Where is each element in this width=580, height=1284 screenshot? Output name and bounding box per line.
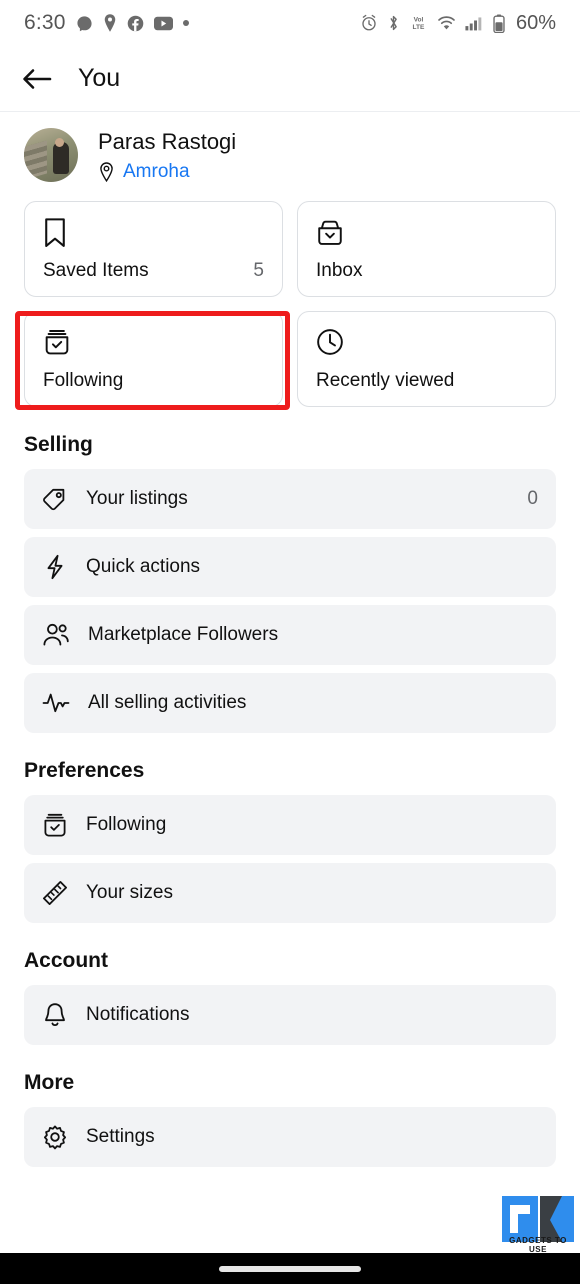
quick-card-following-bottom: Following [43, 370, 264, 392]
row-following[interactable]: Following [24, 794, 556, 855]
quick-cards-grid: Saved Items 5 Inbox Following Recently v… [0, 193, 580, 407]
facebook-icon [127, 15, 143, 31]
row-label: Your sizes [86, 881, 173, 903]
volte-icon: Vol LTE [413, 17, 426, 31]
section-rows-selling: Your listings 0 Quick actions Marketplac… [0, 468, 580, 733]
watermark-text: GADGETS TO USE [509, 1236, 567, 1254]
watermark-logo: GADGETS TO USE [500, 1196, 576, 1254]
row-your-sizes[interactable]: Your sizes [24, 862, 556, 923]
status-bar-right: Vol LTE 60% [360, 12, 556, 35]
basket-check-icon [45, 329, 69, 354]
maps-pin-icon [104, 14, 115, 32]
clock-icon [317, 328, 343, 355]
row-settings[interactable]: Settings [24, 1106, 556, 1167]
app-bar: You [0, 46, 580, 112]
lightning-bolt-icon [47, 554, 63, 579]
quick-card-inbox[interactable]: Inbox [297, 200, 556, 297]
row-your-listings[interactable]: Your listings 0 [24, 468, 556, 529]
inbox-tray-icon [318, 220, 342, 245]
section-title-preferences: Preferences [24, 758, 145, 782]
phone-screen: 6:30 Vol LTE 60% You Paras Rastogi Amroh… [0, 0, 580, 1284]
row-notifications[interactable]: Notifications [24, 984, 556, 1045]
battery-icon [493, 14, 505, 33]
youtube-icon [153, 16, 173, 30]
basket-check-icon [44, 813, 66, 836]
section-rows-preferences: Following Your sizes [0, 794, 580, 923]
section-rows-more: Settings [0, 1106, 580, 1167]
quick-card-following[interactable]: Following [24, 310, 283, 407]
section-title-more: More [24, 1070, 75, 1094]
avatar-head-shape [54, 137, 64, 147]
ruler-icon [43, 880, 67, 905]
people-icon [43, 623, 69, 645]
section-title-selling: Selling [24, 432, 93, 456]
row-label: Notifications [86, 1003, 190, 1025]
wifi-icon [438, 16, 455, 30]
bell-icon [45, 1002, 65, 1026]
quick-card-saved-items-bottom: Saved Items 5 [43, 260, 264, 282]
home-indicator[interactable] [219, 1265, 361, 1272]
profile-row[interactable]: Paras Rastogi Amroha [0, 112, 580, 193]
svg-text:Vol: Vol [414, 17, 424, 24]
price-tag-icon [43, 488, 65, 510]
quick-card-label: Following [43, 369, 124, 391]
avatar-figure-shape [53, 142, 70, 175]
quick-card-saved-items[interactable]: Saved Items 5 [24, 200, 283, 297]
section-rows-account: Notifications [0, 984, 580, 1045]
quick-card-label: Inbox [316, 259, 363, 281]
more-dot-icon [182, 20, 189, 26]
row-label: Quick actions [86, 555, 201, 577]
row-count: 0 [527, 487, 538, 509]
back-arrow-icon[interactable] [22, 67, 52, 91]
row-all-selling-activities[interactable]: All selling activities [24, 672, 556, 733]
svg-text:LTE: LTE [413, 24, 426, 31]
page-title: You [78, 64, 121, 92]
alarm-icon [362, 14, 376, 31]
activity-pulse-icon [42, 693, 70, 712]
quick-card-recently-viewed[interactable]: Recently viewed [297, 310, 556, 407]
system-nav-bar [0, 1253, 580, 1284]
row-quick-actions[interactable]: Quick actions [24, 536, 556, 597]
row-label: Your listings [86, 487, 188, 509]
cellular-signal-icon [465, 16, 482, 30]
status-bar: 6:30 Vol LTE 60% [0, 0, 580, 46]
quick-card-label: Saved Items [43, 259, 149, 281]
quick-card-count: 5 [253, 259, 264, 281]
avatar[interactable] [24, 128, 78, 183]
bookmark-icon [45, 217, 65, 247]
avatar-background-shape [24, 140, 47, 182]
profile-name: Paras Rastogi [98, 129, 237, 154]
location-pin-icon [100, 161, 113, 182]
gear-icon [44, 1125, 66, 1149]
profile-location-label: Amroha [123, 160, 190, 182]
quick-card-inbox-bottom: Inbox [316, 260, 537, 282]
row-marketplace-followers[interactable]: Marketplace Followers [24, 604, 556, 665]
bluetooth-icon [390, 15, 397, 31]
section-title-account: Account [24, 948, 108, 972]
profile-text: Paras Rastogi Amroha [98, 128, 236, 183]
status-bar-left: 6:30 [24, 11, 189, 35]
quick-card-label: Recently viewed [316, 369, 455, 391]
battery-percent: 60% [515, 11, 556, 34]
quick-card-recently-viewed-bottom: Recently viewed [316, 370, 537, 392]
row-label: Settings [86, 1125, 155, 1147]
page-content: Paras Rastogi Amroha Saved Items 5 Inbox… [0, 112, 580, 1167]
status-time: 6:30 [24, 11, 66, 34]
row-label: Following [86, 813, 167, 835]
messenger-icon [77, 15, 92, 31]
row-label: All selling activities [88, 691, 247, 713]
row-label: Marketplace Followers [88, 623, 279, 645]
profile-location[interactable]: Amroha [98, 161, 236, 183]
